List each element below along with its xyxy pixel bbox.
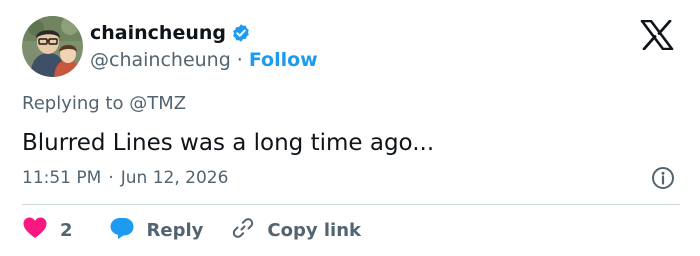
display-name[interactable]: chaincheung: [90, 22, 226, 44]
like-button[interactable]: 2: [22, 216, 73, 244]
x-logo-icon[interactable]: [640, 19, 674, 51]
display-name-row: chaincheung: [90, 20, 251, 46]
reply-button[interactable]: Reply: [109, 216, 204, 244]
tweet-time[interactable]: 11:51 PM: [22, 168, 101, 188]
reply-bubble-icon: [109, 216, 135, 244]
tweet-text: Blurred Lines was a long time ago...: [22, 130, 435, 156]
replying-to: Replying to @TMZ: [22, 93, 186, 114]
link-icon: [231, 216, 255, 244]
avatar[interactable]: [22, 16, 83, 77]
timestamp-separator: ·: [108, 168, 114, 188]
heart-icon: [22, 216, 48, 244]
follow-button[interactable]: Follow: [249, 49, 318, 71]
divider: [22, 204, 680, 205]
tweet-timestamp[interactable]: 11:51 PM · Jun 12, 2026: [22, 166, 228, 190]
action-bar: 2 Reply Copy link: [22, 215, 361, 245]
tweet-date[interactable]: Jun 12, 2026: [121, 168, 229, 188]
info-icon[interactable]: [650, 165, 676, 191]
copy-link-button[interactable]: Copy link: [231, 216, 361, 244]
replying-to-mention[interactable]: @TMZ: [129, 93, 186, 114]
tweet-card: chaincheung @chaincheung · Follow Replyi…: [0, 0, 700, 256]
reply-label: Reply: [146, 219, 204, 241]
handle-separator: ·: [236, 49, 243, 71]
like-count: 2: [60, 219, 73, 241]
replying-prefix: Replying to: [22, 93, 130, 114]
copy-link-label: Copy link: [267, 219, 361, 241]
user-handle[interactable]: @chaincheung: [90, 49, 231, 71]
handle-row: @chaincheung · Follow: [90, 47, 318, 73]
verified-badge-icon: [231, 23, 251, 43]
